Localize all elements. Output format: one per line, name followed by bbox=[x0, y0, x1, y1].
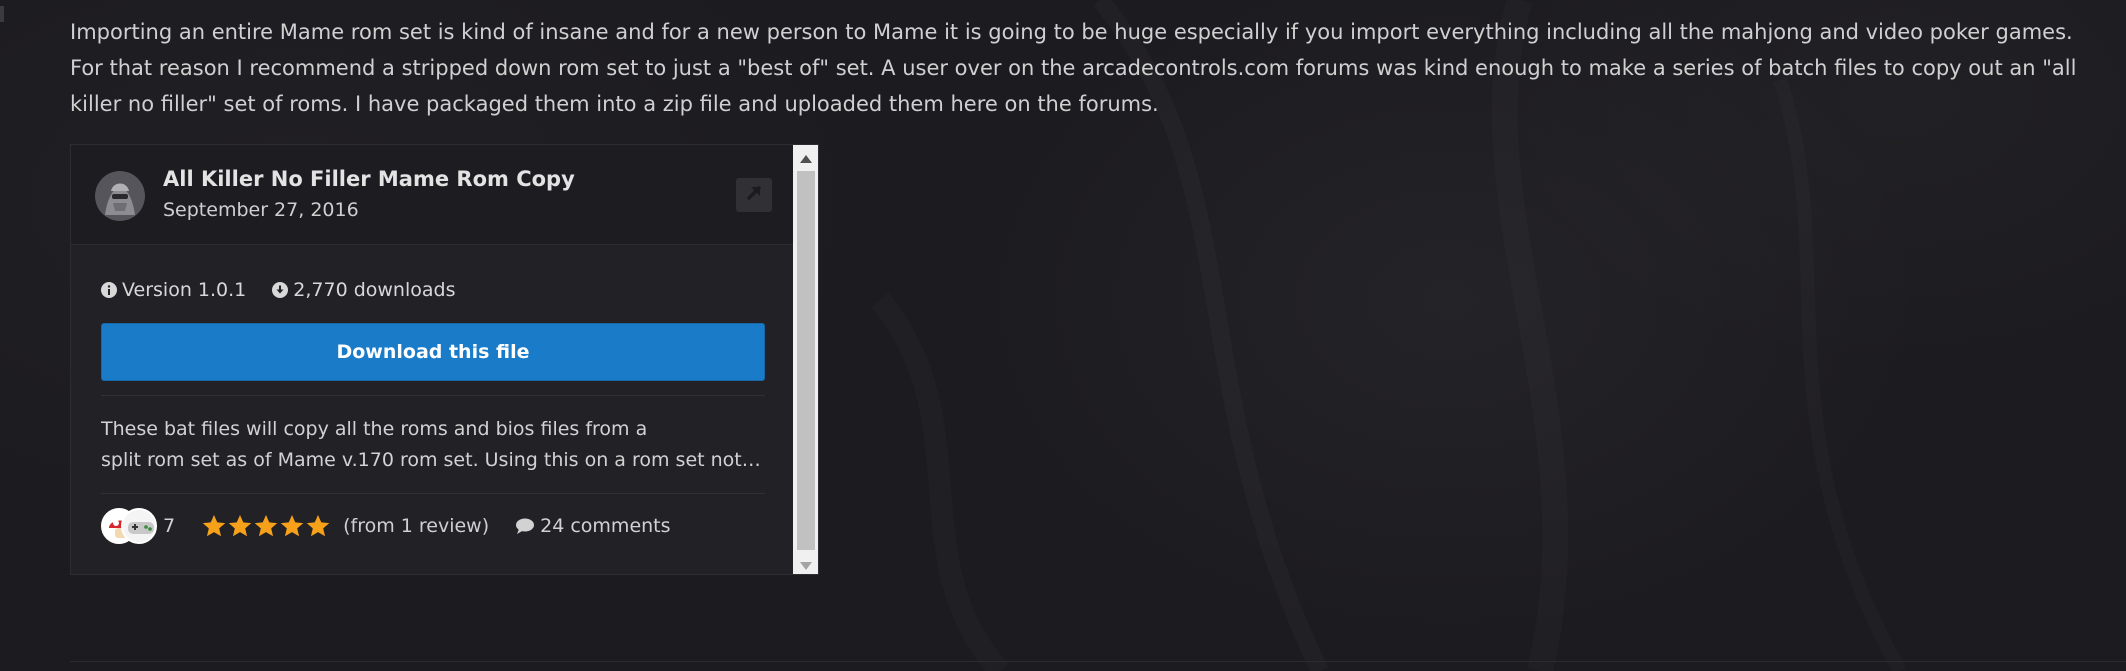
file-description: These bat files will copy all the roms a… bbox=[101, 414, 765, 476]
post-paragraph: Importing an entire Mame rom set is kind… bbox=[70, 20, 2077, 116]
info-icon bbox=[101, 282, 117, 298]
description-line-1: These bat files will copy all the roms a… bbox=[101, 418, 648, 440]
star-rating bbox=[201, 513, 331, 539]
file-title[interactable]: All Killer No Filler Mame Rom Copy bbox=[163, 167, 575, 191]
triangle-down-icon bbox=[800, 555, 812, 574]
file-date: September 27, 2016 bbox=[163, 199, 359, 221]
description-line-2: split rom set as of Mame v.170 rom set. … bbox=[101, 449, 765, 471]
version-label: Version 1.0.1 bbox=[122, 279, 247, 301]
star-icon bbox=[228, 514, 252, 537]
divider bbox=[101, 493, 765, 494]
embed-footer: 7 (from 1 review) 24 comments bbox=[101, 506, 671, 546]
downloads-meta: 2,770 downloads bbox=[272, 279, 455, 301]
external-link-icon bbox=[743, 182, 765, 208]
download-file-button[interactable]: Download this file bbox=[101, 323, 765, 381]
file-embed-card: All Killer No Filler Mame Rom Copy Septe… bbox=[70, 144, 819, 575]
star-icon bbox=[306, 514, 330, 537]
open-external-button[interactable] bbox=[736, 178, 772, 212]
reaction-count: 7 bbox=[163, 515, 176, 537]
comments-count: 24 comments bbox=[540, 515, 671, 537]
star-icon bbox=[280, 514, 304, 537]
version-meta: Version 1.0.1 bbox=[101, 279, 246, 301]
scroll-up-button[interactable] bbox=[793, 145, 818, 169]
download-circle-icon bbox=[272, 282, 289, 298]
review-count: (from 1 review) bbox=[343, 515, 490, 537]
downloads-count: 2,770 downloads bbox=[293, 279, 456, 301]
embed-content: All Killer No Filler Mame Rom Copy Septe… bbox=[71, 145, 793, 574]
embed-header: All Killer No Filler Mame Rom Copy Septe… bbox=[71, 145, 793, 245]
uploader-avatar[interactable] bbox=[95, 171, 145, 221]
star-icon bbox=[202, 514, 226, 537]
comments-link[interactable]: 24 comments bbox=[515, 515, 671, 537]
reactions[interactable] bbox=[101, 506, 159, 546]
scroll-thumb[interactable] bbox=[797, 171, 815, 550]
scroll-down-button[interactable] bbox=[793, 552, 818, 574]
triangle-up-icon bbox=[800, 148, 812, 167]
section-divider bbox=[70, 661, 2126, 662]
comment-bubble-icon bbox=[515, 517, 535, 535]
star-icon bbox=[254, 514, 278, 537]
file-meta-row: Version 1.0.1 2,770 downloads bbox=[101, 279, 481, 301]
divider bbox=[101, 395, 765, 396]
controller-reaction-icon bbox=[121, 508, 157, 544]
edge-marker bbox=[0, 6, 4, 22]
embed-scrollbar[interactable] bbox=[793, 145, 818, 574]
